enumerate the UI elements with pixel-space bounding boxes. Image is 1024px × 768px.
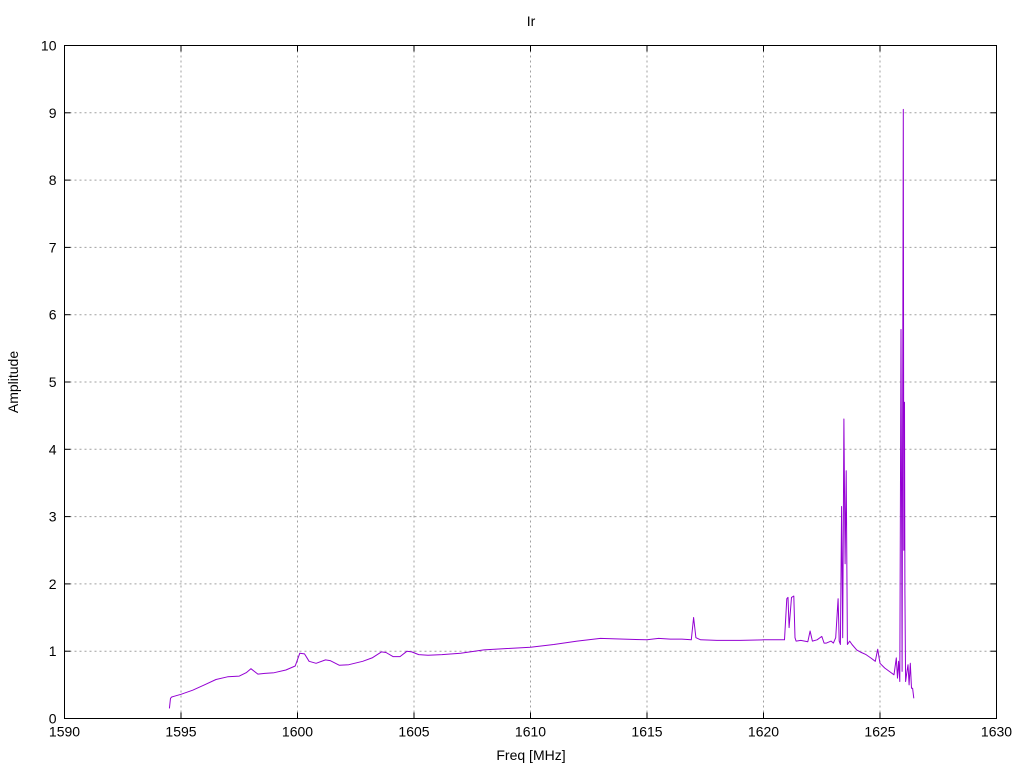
x-tick-label: 1605 (398, 724, 429, 740)
x-axis-label: Freq [MHz] (496, 747, 565, 763)
y-tick-label: 9 (49, 105, 57, 121)
x-tick-label: 1600 (282, 724, 313, 740)
y-axis-label: Amplitude (5, 351, 21, 413)
x-tick-label: 1625 (864, 724, 895, 740)
chart: 1590 1595 1600 1605 1610 1615 1620 1625 16300123… (5, 13, 1012, 763)
y-tick-label: 7 (49, 239, 57, 255)
y-tick-label: 10 (41, 38, 57, 54)
y-tick-label: 8 (49, 172, 57, 188)
x-tick-label: 1620 (748, 724, 779, 740)
x-tick-label: 1615 (631, 724, 662, 740)
y-tick-label: 2 (49, 576, 57, 592)
y-tick-label: 1 (49, 643, 57, 659)
x-tick-label: 1610 (515, 724, 546, 740)
y-tick-label: 6 (49, 307, 57, 323)
y-tick-label: 5 (49, 374, 57, 390)
series-layer (168, 108, 915, 709)
x-tick-label: 1595 (165, 724, 196, 740)
x-tick-label: 1630 (981, 724, 1012, 740)
y-tick-label: 4 (49, 441, 57, 457)
tick-labels: 1590 1595 1600 1605 1610 1615 1620 1625 16300123… (41, 38, 1012, 740)
series-line (168, 108, 915, 709)
y-tick-label: 3 (49, 509, 57, 525)
y-tick-label: 0 (49, 711, 57, 727)
chart-title: Ir (527, 13, 536, 29)
grid-lines (64, 45, 997, 719)
